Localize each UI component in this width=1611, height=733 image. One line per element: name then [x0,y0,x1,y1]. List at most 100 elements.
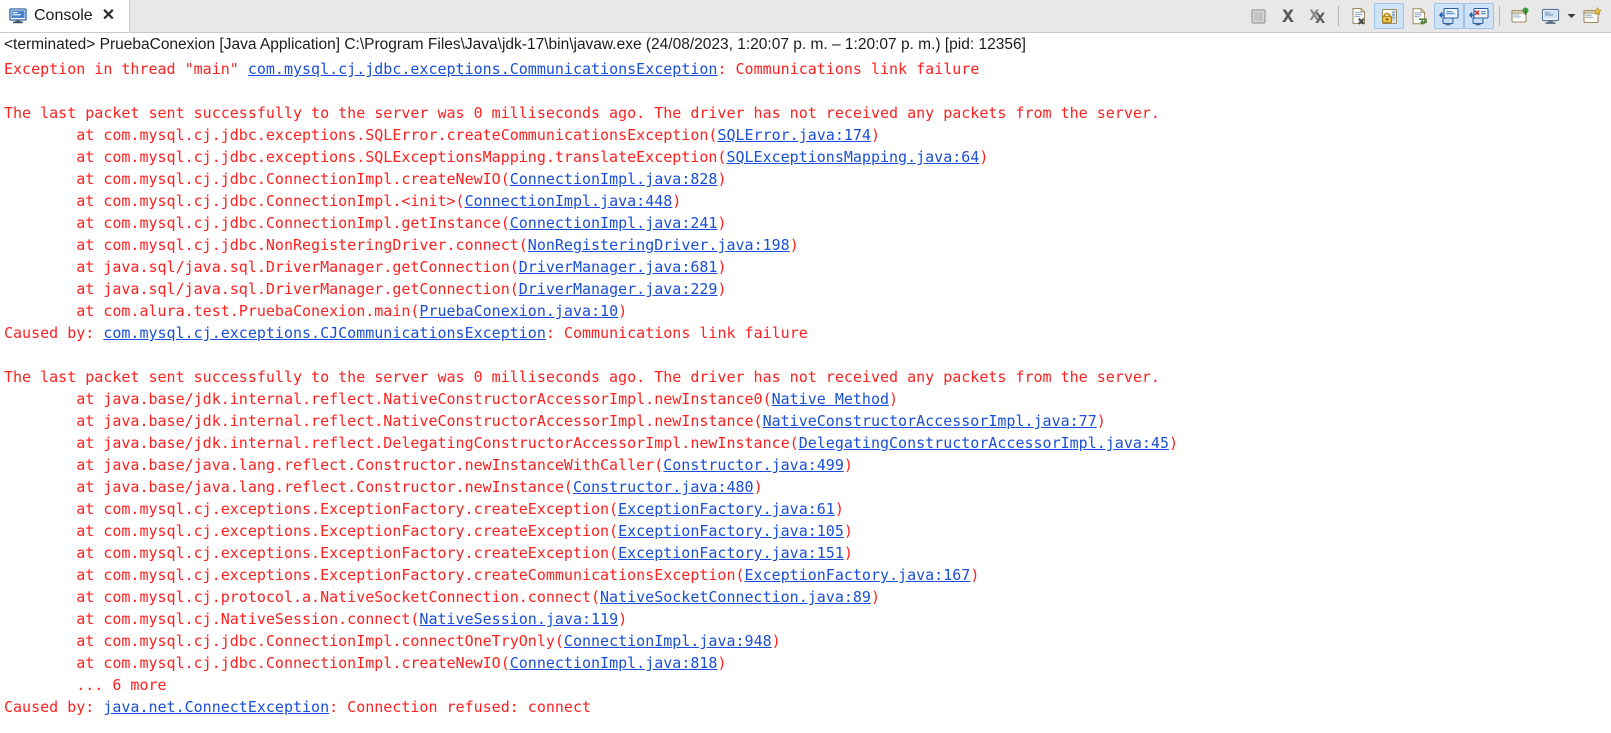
stacktrace-text: at com.mysql.cj.jdbc.ConnectionImpl.crea… [4,170,510,188]
pin-console-button[interactable] [1505,3,1535,29]
stacktrace-link[interactable]: NativeSession.java:119 [419,610,618,628]
console-line: at com.mysql.cj.jdbc.exceptions.SQLError… [4,124,1607,146]
console-line: at com.mysql.cj.exceptions.ExceptionFact… [4,542,1607,564]
console-line: at com.mysql.cj.exceptions.ExceptionFact… [4,520,1607,542]
stacktrace-link[interactable]: Constructor.java:480 [573,478,754,496]
stacktrace-link[interactable]: Native Method [772,390,889,408]
stacktrace-text: ) [979,148,989,166]
separator-1 [1338,6,1339,26]
stacktrace-link[interactable]: DriverManager.java:681 [519,258,718,276]
stacktrace-link[interactable]: ConnectionImpl.java:448 [465,192,673,210]
clear-console-button[interactable] [1344,3,1374,29]
open-console-button[interactable] [1577,3,1607,29]
remove-launch-button[interactable] [1273,3,1303,29]
stacktrace-link[interactable]: ExceptionFactory.java:105 [618,522,844,540]
console-line: Caused by: java.net.ConnectException: Co… [4,696,1607,718]
console-line: at java.base/jdk.internal.reflect.Native… [4,410,1607,432]
scroll-lock-button[interactable] [1374,3,1404,29]
stacktrace-text: ) [717,170,727,188]
process-description: <terminated> PruebaConexion [Java Applic… [0,33,1611,57]
stacktrace-text: ) [970,566,980,584]
console-line: at java.base/java.lang.reflect.Construct… [4,476,1607,498]
stacktrace-text: ) [672,192,682,210]
stacktrace-link[interactable]: SQLExceptionsMapping.java:64 [726,148,979,166]
stacktrace-text: ) [843,544,853,562]
show-console-on-output-button[interactable] [1434,3,1464,29]
stacktrace-link[interactable]: DelegatingConstructorAccessorImpl.java:4… [799,434,1169,452]
stacktrace-text: at com.mysql.cj.exceptions.ExceptionFact… [4,522,619,540]
console-line: at java.sql/java.sql.DriverManager.getCo… [4,278,1607,300]
stacktrace-text: ) [717,214,727,232]
stacktrace-link[interactable]: DriverManager.java:229 [519,280,718,298]
stacktrace-link[interactable]: ExceptionFactory.java:167 [745,566,971,584]
show-console-on-error-button[interactable] [1464,3,1494,29]
console-line: at com.mysql.cj.exceptions.ExceptionFact… [4,498,1607,520]
stacktrace-link[interactable]: java.net.ConnectException [103,698,329,716]
stacktrace-link[interactable]: PruebaConexion.java:10 [419,302,618,320]
console-line: at com.alura.test.PruebaConexion.main(Pr… [4,300,1607,322]
console-line: at com.mysql.cj.jdbc.ConnectionImpl.conn… [4,630,1607,652]
remove-all-terminated-button[interactable] [1303,3,1333,29]
stacktrace-link[interactable]: SQLError.java:174 [717,126,871,144]
console-line: Caused by: com.mysql.cj.exceptions.CJCom… [4,322,1607,344]
stacktrace-text: ) [870,126,880,144]
stacktrace-text: at com.mysql.cj.jdbc.ConnectionImpl.<ini… [4,192,465,210]
stacktrace-link[interactable]: NativeSocketConnection.java:89 [600,588,871,606]
console-view-tabbar: Console ✕ [0,0,1611,33]
stacktrace-text: The last packet sent successfully to the… [4,368,1160,386]
console-line: at com.mysql.cj.jdbc.ConnectionImpl.crea… [4,652,1607,674]
console-line: at com.mysql.cj.jdbc.exceptions.SQLExcep… [4,146,1607,168]
separator-2 [1499,6,1500,26]
stacktrace-text: at java.sql/java.sql.DriverManager.getCo… [4,258,519,276]
stacktrace-text: ) [870,588,880,606]
stacktrace-text: The last packet sent successfully to the… [4,104,1160,122]
stacktrace-link[interactable]: NonRegisteringDriver.java:198 [528,236,790,254]
terminate-button[interactable] [1243,3,1273,29]
stacktrace-link[interactable]: ConnectionImpl.java:241 [510,214,718,232]
chevron-down-icon[interactable] [1565,3,1577,29]
stacktrace-text: : Communications link failure [545,324,808,342]
stacktrace-text: ) [717,654,727,672]
word-wrap-button[interactable] [1404,3,1434,29]
stacktrace-text: at com.mysql.cj.jdbc.ConnectionImpl.getI… [4,214,510,232]
stacktrace-text: ) [1096,412,1106,430]
stacktrace-text: Caused by: [4,324,104,342]
console-output[interactable]: Exception in thread "main" com.mysql.cj.… [0,57,1611,733]
stacktrace-link[interactable]: ExceptionFactory.java:61 [618,500,835,518]
console-line: at com.mysql.cj.exceptions.ExceptionFact… [4,564,1607,586]
stacktrace-text: : Connection refused: connect [329,698,592,716]
stacktrace-text: ) [618,610,628,628]
display-selected-console-button[interactable] [1535,3,1565,29]
stacktrace-link[interactable]: com.mysql.cj.jdbc.exceptions.Communicati… [248,60,718,78]
stacktrace-link[interactable]: Constructor.java:499 [663,456,844,474]
stacktrace-link[interactable]: ConnectionImpl.java:828 [510,170,718,188]
stacktrace-text: ) [889,390,899,408]
stacktrace-link[interactable]: ConnectionImpl.java:818 [510,654,718,672]
console-line: The last packet sent successfully to the… [4,366,1607,388]
console-line: at com.mysql.cj.jdbc.ConnectionImpl.<ini… [4,190,1607,212]
console-line: at java.sql/java.sql.DriverManager.getCo… [4,256,1607,278]
stacktrace-text: ) [834,500,844,518]
console-line: at java.base/jdk.internal.reflect.Delega… [4,432,1607,454]
stacktrace-text: ) [753,478,763,496]
stacktrace-text: Exception in thread "main" [4,60,248,78]
stacktrace-link[interactable]: ExceptionFactory.java:151 [618,544,844,562]
console-toolbar [1243,0,1607,32]
stacktrace-text: at com.mysql.cj.jdbc.exceptions.SQLError… [4,126,718,144]
stacktrace-text: at java.sql/java.sql.DriverManager.getCo… [4,280,519,298]
stacktrace-link[interactable]: com.mysql.cj.exceptions.CJCommunications… [103,324,546,342]
stacktrace-text: at java.base/java.lang.reflect.Construct… [4,478,573,496]
console-icon [9,8,27,24]
stacktrace-text: : Communications link failure [717,60,980,78]
stacktrace-link[interactable]: NativeConstructorAccessorImpl.java:77 [763,412,1097,430]
console-line: Exception in thread "main" com.mysql.cj.… [4,58,1607,80]
tab-console[interactable]: Console ✕ [0,0,130,32]
stacktrace-text: at com.mysql.cj.jdbc.ConnectionImpl.crea… [4,654,510,672]
stacktrace-text: at com.mysql.cj.jdbc.ConnectionImpl.conn… [4,632,564,650]
close-icon[interactable]: ✕ [100,8,117,24]
stacktrace-link[interactable]: ConnectionImpl.java:948 [564,632,772,650]
stacktrace-text: at com.mysql.cj.jdbc.exceptions.SQLExcep… [4,148,727,166]
console-line: at com.mysql.cj.jdbc.ConnectionImpl.getI… [4,212,1607,234]
